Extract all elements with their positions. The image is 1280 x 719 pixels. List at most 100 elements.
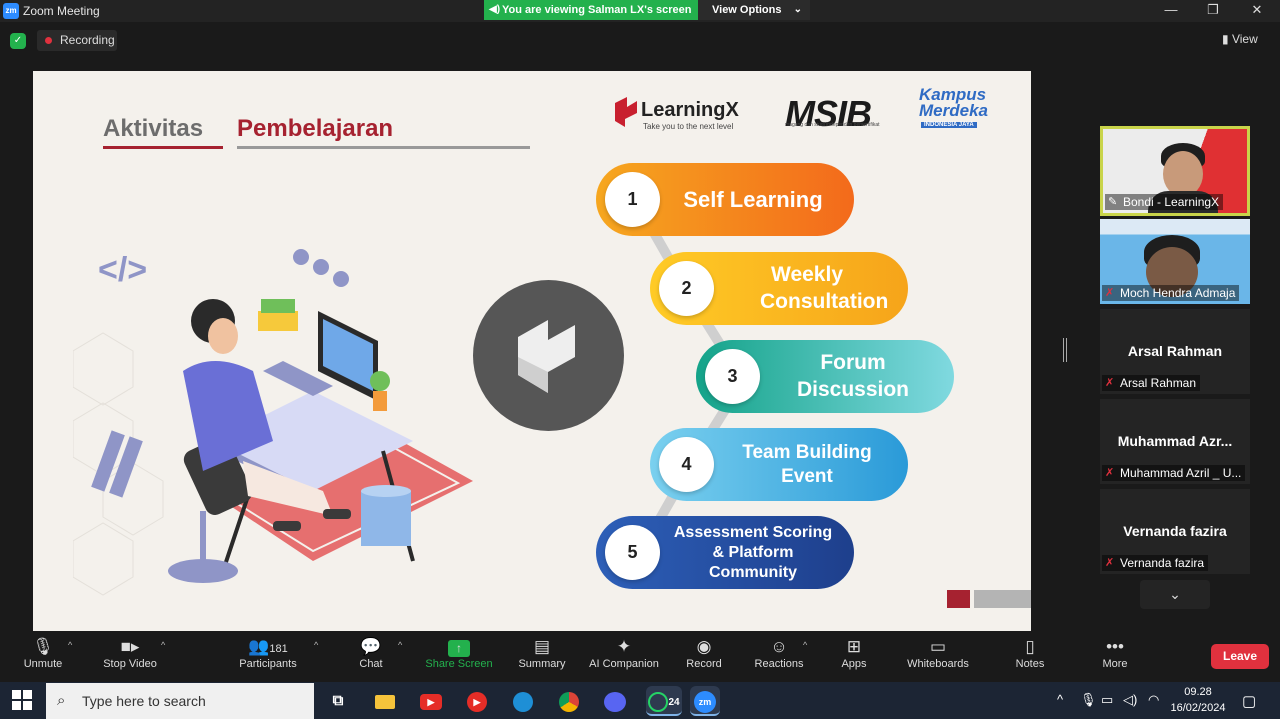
battery-icon[interactable]: ▭	[1101, 692, 1113, 708]
summary-button[interactable]: ▤ Summary	[514, 636, 570, 670]
view-button[interactable]: ▮ View	[1222, 32, 1258, 46]
whiteboards-button[interactable]: ▭ Whiteboards	[903, 636, 973, 670]
ai-companion-button[interactable]: ✦ AI Companion	[585, 636, 663, 670]
participants-button[interactable]: 👥181 Participants	[234, 636, 302, 670]
learningx-tagline: Take you to the next level	[643, 122, 734, 131]
slide-marker-red	[947, 590, 970, 608]
taskbar-search-input[interactable]: ⌕ Type here to search	[46, 683, 314, 719]
recording-label: Recording	[60, 33, 115, 47]
step-5-pill: 5 Assessment Scoring & Platform Communit…	[596, 516, 854, 589]
participants-scroll-down-button[interactable]: ⌄	[1140, 580, 1210, 609]
zoom-taskbar-label: zm	[694, 690, 716, 713]
participants-label: Participants	[239, 658, 297, 670]
participants-icon: 👥181	[248, 637, 288, 656]
kampus-merdeka-tagline: INDONESIA JAYA	[921, 122, 977, 128]
heading-underline	[237, 146, 530, 149]
ai-companion-label: AI Companion	[589, 658, 659, 670]
apps-button[interactable]: ⊞ Apps	[838, 636, 870, 670]
participant-tile[interactable]: Arsal Rahman ✗ Arsal Rahman	[1100, 309, 1250, 394]
mic-muted-icon: ✗	[1105, 557, 1115, 569]
window-title: Zoom Meeting	[23, 4, 100, 18]
youtube-icon[interactable]: ▶	[416, 686, 446, 716]
notification-icon[interactable]: ▢	[1242, 692, 1256, 710]
taskbar-clock[interactable]: 09.28 16/02/2024	[1168, 684, 1228, 716]
participant-tile[interactable]: ✎ Bondi - LearningX	[1100, 126, 1250, 216]
pin-icon: ✎	[1108, 196, 1118, 208]
share-screen-button[interactable]: ↑ Share Screen	[424, 636, 494, 670]
record-label: Record	[686, 658, 722, 670]
participant-name: Muhammad Azril _ U...	[1120, 466, 1242, 480]
unmute-options-caret[interactable]: ^	[68, 640, 72, 650]
chat-button[interactable]: 💬 Chat	[351, 636, 391, 670]
step-number: 4	[659, 437, 714, 492]
reactions-options-caret[interactable]: ^	[803, 640, 807, 650]
leave-button[interactable]: Leave	[1211, 644, 1269, 669]
youtube-music-icon[interactable]: ▶	[462, 686, 492, 716]
share-screen-label: Share Screen	[425, 658, 493, 670]
windows-start-icon[interactable]	[12, 690, 32, 710]
record-button[interactable]: ◉ Record	[682, 636, 726, 670]
participant-name-label: ✎ Bondi - LearningX	[1105, 194, 1224, 210]
more-button[interactable]: ••• More	[1099, 636, 1131, 670]
view-options-button[interactable]: View Options ⌄	[698, 0, 810, 20]
msib-logo: MSIB	[785, 93, 872, 134]
restore-button[interactable]: ❐	[1198, 2, 1228, 20]
slide-heading-part1: Aktivitas	[103, 115, 204, 142]
whatsapp-icon[interactable]: 24	[646, 686, 682, 716]
clock-date: 16/02/2024	[1170, 702, 1226, 714]
step-label: Weekly Consultation	[760, 263, 889, 313]
participant-tile[interactable]: ✗ Moch Hendra Admaja	[1100, 219, 1250, 304]
participant-tile[interactable]: Vernanda fazira ✗ Vernanda fazira	[1100, 489, 1250, 574]
speaker-icon: ◀)	[489, 4, 501, 15]
participant-name-label: ✗ Vernanda fazira	[1102, 555, 1209, 571]
summary-label: Summary	[518, 658, 566, 670]
chrome-browser-icon[interactable]	[554, 686, 584, 716]
participant-name-label: ✗ Moch Hendra Admaja	[1102, 285, 1240, 301]
participant-name-label: ✗ Arsal Rahman	[1102, 375, 1201, 391]
wifi-icon[interactable]: ◠	[1148, 692, 1159, 708]
share-screen-icon: ↑	[424, 636, 494, 658]
panel-resize-handle[interactable]	[1063, 338, 1067, 362]
zoom-app-icon: zm	[3, 3, 19, 19]
reactions-button[interactable]: ☺ Reactions	[752, 636, 806, 670]
zoom-taskbar-icon[interactable]: zm	[690, 686, 720, 716]
recording-indicator[interactable]: Recording	[37, 30, 117, 51]
clock-time: 09.28	[1184, 686, 1212, 698]
stop-video-button[interactable]: ■▸ Stop Video	[96, 636, 164, 670]
step-number: 3	[705, 349, 760, 404]
video-options-caret[interactable]: ^	[161, 640, 165, 650]
mic-muted-icon: ✗	[1105, 377, 1115, 389]
volume-icon[interactable]: ◁)	[1123, 692, 1137, 708]
tray-expand-icon[interactable]: ^	[1057, 692, 1063, 707]
mic-muted-icon: ✗	[1105, 467, 1115, 479]
close-button[interactable]: ✕	[1242, 2, 1272, 20]
chat-options-caret[interactable]: ^	[398, 640, 402, 650]
notes-button[interactable]: ▯ Notes	[1012, 636, 1048, 670]
participant-tile[interactable]: Muhammad Azr... ✗ Muhammad Azril _ U...	[1100, 399, 1250, 484]
edge-browser-icon[interactable]	[508, 686, 538, 716]
participant-name: Bondi - LearningX	[1123, 195, 1220, 209]
view-layout-icon: ▮	[1222, 32, 1232, 46]
participant-display-name: Muhammad Azr...	[1117, 433, 1233, 449]
learningx-logo-text: LearningX	[641, 99, 739, 121]
step-number: 2	[659, 261, 714, 316]
apps-label: Apps	[841, 658, 867, 670]
participants-options-caret[interactable]: ^	[314, 640, 318, 650]
microphone-icon[interactable]: 🎙	[1080, 692, 1097, 708]
shield-icon[interactable]: ✓	[10, 33, 26, 49]
learningx-mark-icon	[518, 320, 575, 393]
discord-icon[interactable]	[600, 686, 630, 716]
task-view-icon[interactable]: ⧉	[323, 686, 353, 716]
participant-name: Moch Hendra Admaja	[1120, 286, 1236, 300]
video-camera-icon: ■▸	[120, 637, 140, 656]
minimize-button[interactable]: —	[1156, 2, 1186, 20]
participant-name: Vernanda fazira	[1120, 556, 1205, 570]
file-explorer-icon[interactable]	[370, 686, 400, 716]
shared-screen-slide: Aktivitas Pembelajaran LearningX Take yo…	[33, 71, 1031, 631]
unmute-button[interactable]: 🎙 Unmute	[18, 636, 68, 670]
search-icon: ⌕	[57, 692, 66, 709]
step-3-pill: 3 Forum Discussion	[696, 340, 954, 413]
view-options-label: View Options	[712, 4, 782, 16]
slide-heading-part2: Pembelajaran	[237, 115, 394, 142]
sparkle-icon: ✦	[616, 637, 632, 656]
